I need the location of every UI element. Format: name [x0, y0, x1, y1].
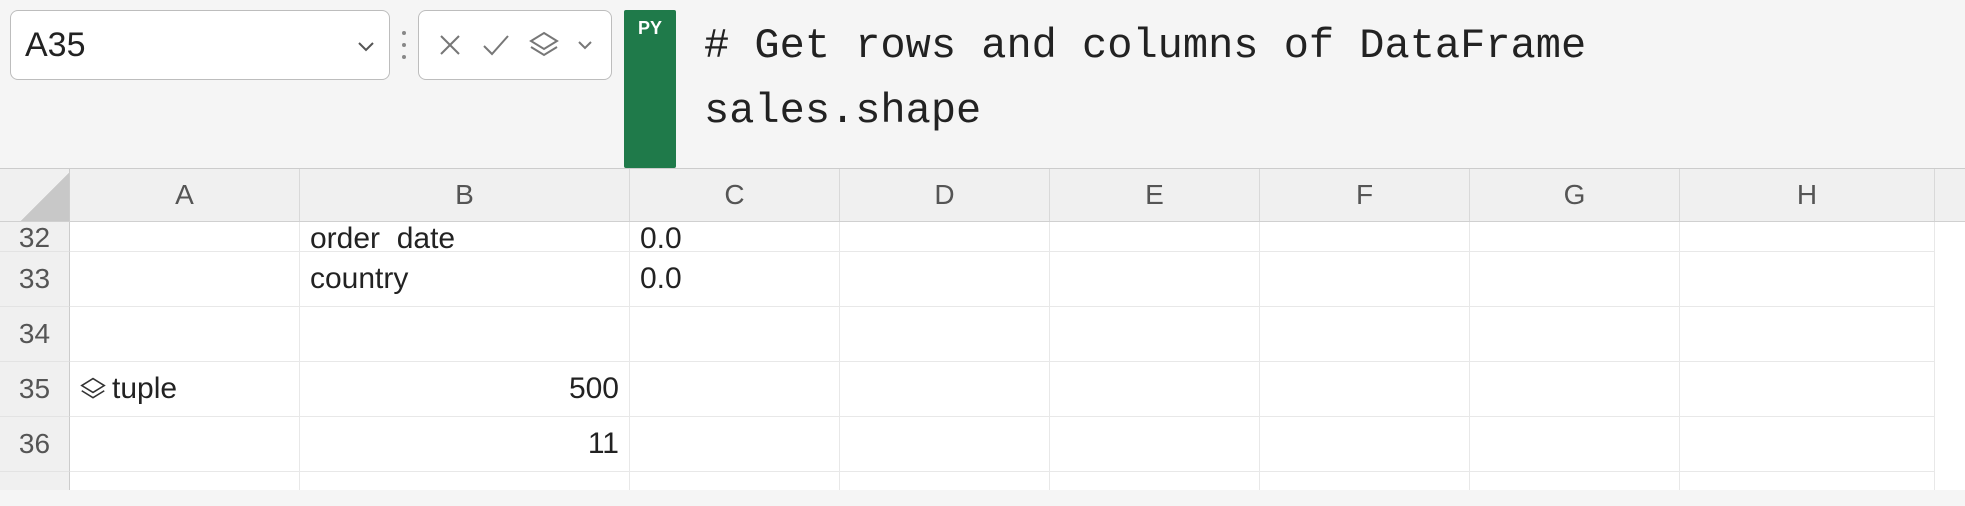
row-header[interactable]: 32 [0, 222, 70, 252]
cell[interactable]: 0.0 [630, 222, 840, 252]
cell[interactable] [1470, 307, 1680, 362]
name-box-value: A35 [25, 26, 86, 65]
cell[interactable] [840, 417, 1050, 472]
cell[interactable] [1260, 307, 1470, 362]
cell[interactable] [300, 472, 630, 490]
grid-row: 32 order_date0.0 [0, 222, 1965, 252]
cell[interactable] [630, 307, 840, 362]
formula-editor[interactable]: # Get rows and columns of DataFrame sale… [688, 10, 1586, 162]
python-badge: PY [624, 10, 676, 168]
column-header[interactable]: A [70, 169, 300, 221]
cell[interactable] [1470, 222, 1680, 252]
cell[interactable] [840, 222, 1050, 252]
row-header[interactable]: 36 [0, 417, 70, 472]
row-header[interactable]: 33 [0, 252, 70, 307]
accept-icon[interactable] [481, 32, 511, 58]
grid-row: 35tuple500 [0, 362, 1965, 417]
cell[interactable] [1470, 417, 1680, 472]
cell[interactable] [840, 472, 1050, 490]
spreadsheet-grid: A B C D E F G H 32 order_date0.0 33 country… [0, 168, 1965, 490]
cell[interactable] [70, 417, 300, 472]
cell[interactable] [1260, 222, 1470, 252]
select-all-corner[interactable] [0, 169, 70, 221]
cell[interactable] [1050, 417, 1260, 472]
name-box[interactable]: A35 [10, 10, 390, 80]
cell[interactable]: tuple [70, 362, 300, 417]
grid-row: 36 11 [0, 417, 1965, 472]
row-header[interactable]: 35 [0, 362, 70, 417]
cell[interactable] [1050, 307, 1260, 362]
formula-line-2: sales.shape [704, 87, 981, 135]
cell[interactable]: country [300, 252, 630, 307]
layers-icon[interactable] [529, 31, 559, 59]
column-header[interactable]: C [630, 169, 840, 221]
cell[interactable] [1050, 252, 1260, 307]
column-header[interactable]: F [1260, 169, 1470, 221]
cell[interactable] [1680, 362, 1935, 417]
cell[interactable] [1260, 252, 1470, 307]
cell[interactable] [70, 252, 300, 307]
cell[interactable]: order_date [300, 222, 630, 252]
cell[interactable] [1260, 362, 1470, 417]
row-header[interactable]: 34 [0, 307, 70, 362]
cell[interactable] [630, 417, 840, 472]
cell[interactable] [1680, 417, 1935, 472]
cell[interactable]: 11 [300, 417, 630, 472]
cell[interactable] [1470, 252, 1680, 307]
chevron-down-icon[interactable] [357, 32, 375, 58]
formula-line-1: # Get rows and columns of DataFrame [704, 22, 1586, 70]
cell[interactable] [1260, 472, 1470, 490]
cell[interactable] [1050, 222, 1260, 252]
formula-controls [418, 10, 612, 80]
column-header[interactable]: E [1050, 169, 1260, 221]
cell[interactable] [70, 307, 300, 362]
cell[interactable] [840, 307, 1050, 362]
chevron-down-icon[interactable] [577, 40, 593, 50]
separator-icon [402, 10, 406, 80]
cell[interactable] [1680, 222, 1935, 252]
cell[interactable] [1050, 362, 1260, 417]
layers-icon [80, 376, 106, 402]
cell[interactable] [1470, 362, 1680, 417]
column-header[interactable]: G [1470, 169, 1680, 221]
column-headers-row: A B C D E F G H [0, 168, 1965, 222]
cell[interactable] [70, 222, 300, 252]
cancel-icon[interactable] [437, 32, 463, 58]
cell[interactable] [840, 252, 1050, 307]
cell[interactable] [300, 307, 630, 362]
cell[interactable] [1680, 252, 1935, 307]
cell[interactable] [1680, 472, 1935, 490]
cell[interactable] [1050, 472, 1260, 490]
cell[interactable] [1470, 472, 1680, 490]
cell[interactable] [1680, 307, 1935, 362]
cell[interactable] [840, 362, 1050, 417]
cell[interactable] [70, 472, 300, 490]
cell[interactable]: 0.0 [630, 252, 840, 307]
column-header[interactable]: B [300, 169, 630, 221]
grid-row [0, 472, 1965, 490]
row-header[interactable] [0, 472, 70, 490]
column-header[interactable]: H [1680, 169, 1935, 221]
cell[interactable]: 500 [300, 362, 630, 417]
cell[interactable] [630, 362, 840, 417]
cell[interactable] [630, 472, 840, 490]
cell[interactable] [1260, 417, 1470, 472]
column-header[interactable]: D [840, 169, 1050, 221]
formula-bar-area: A35 PY # Get rows and columns of DataFra… [0, 0, 1965, 162]
grid-row: 33 country0.0 [0, 252, 1965, 307]
grid-row: 34 [0, 307, 1965, 362]
